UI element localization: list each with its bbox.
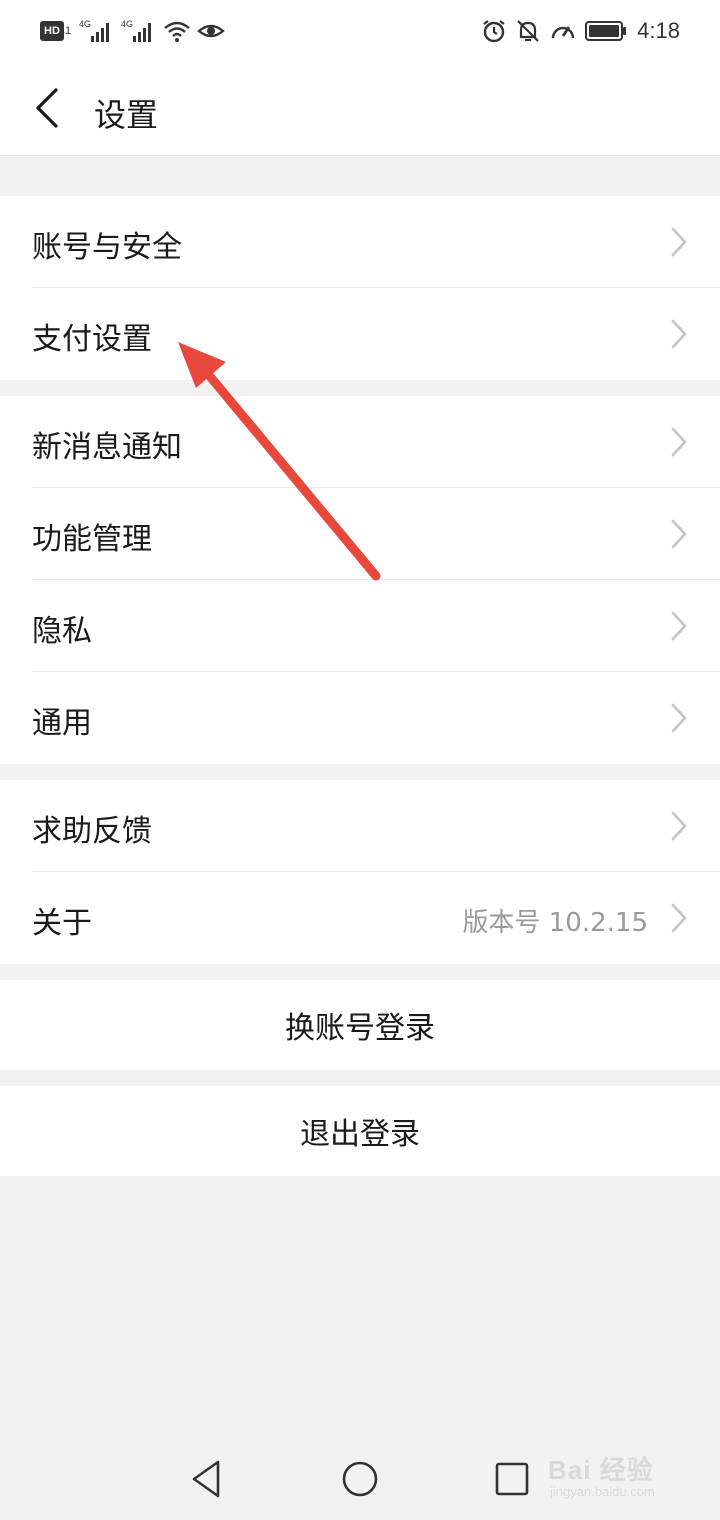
settings-item-privacy[interactable]: 隐私 xyxy=(0,580,720,672)
status-bar: HD 1 4G 4G 4:18 xyxy=(0,0,720,62)
chevron-right-icon xyxy=(671,903,687,933)
clock: 4:18 xyxy=(637,18,680,43)
switch-account-button[interactable]: 换账号登录 xyxy=(0,980,720,1070)
battery-icon xyxy=(585,21,627,41)
status-right: 4:18 xyxy=(481,14,680,48)
settings-item-payment[interactable]: 支付设置 xyxy=(0,288,720,380)
settings-item-label: 功能管理 xyxy=(32,522,152,557)
settings-item-about[interactable]: 关于 版本号 10.2.15 xyxy=(0,872,720,964)
settings-item-label: 新消息通知 xyxy=(32,430,182,465)
chevron-right-icon xyxy=(671,519,687,549)
sim-number: 1 xyxy=(65,25,72,37)
network-label: 4G xyxy=(121,19,133,29)
nav-recent-icon[interactable] xyxy=(489,1456,535,1502)
signal-icon: 4G xyxy=(121,19,152,42)
back-chevron-icon[interactable] xyxy=(30,86,66,130)
page-title: 设置 xyxy=(94,96,159,134)
wifi-icon xyxy=(164,21,190,42)
network-label: 4G xyxy=(79,19,91,29)
settings-item-label: 求助反馈 xyxy=(32,814,152,849)
speed-icon xyxy=(551,26,575,39)
bell-off-icon xyxy=(517,20,539,42)
watermark-url: jingyan.baidu.com xyxy=(550,1484,655,1499)
settings-item-general[interactable]: 通用 xyxy=(0,672,720,764)
settings-group-help: 求助反馈 关于 版本号 10.2.15 xyxy=(0,780,720,964)
settings-item-label: 关于 xyxy=(32,906,92,941)
chevron-right-icon xyxy=(671,427,687,457)
chevron-right-icon xyxy=(671,811,687,841)
settings-item-account-security[interactable]: 账号与安全 xyxy=(0,196,720,288)
logout-button[interactable]: 退出登录 xyxy=(0,1086,720,1176)
chevron-right-icon xyxy=(671,703,687,733)
nav-home-icon[interactable] xyxy=(337,1456,383,1502)
chevron-right-icon xyxy=(671,227,687,257)
alarm-icon xyxy=(483,20,505,43)
eye-icon xyxy=(197,24,226,38)
settings-item-notifications[interactable]: 新消息通知 xyxy=(0,396,720,488)
chevron-right-icon xyxy=(671,319,687,349)
settings-item-feedback[interactable]: 求助反馈 xyxy=(0,780,720,872)
settings-group-general: 新消息通知 功能管理 隐私 通用 xyxy=(0,396,720,764)
chevron-right-icon xyxy=(671,611,687,641)
hd-icon: HD xyxy=(40,21,64,41)
nav-back-icon[interactable] xyxy=(184,1456,230,1502)
settings-item-features[interactable]: 功能管理 xyxy=(0,488,720,580)
watermark-brand: Bai 经验 xyxy=(548,1455,654,1485)
settings-item-label: 隐私 xyxy=(32,614,92,649)
settings-item-label: 账号与安全 xyxy=(32,230,182,265)
settings-item-label: 支付设置 xyxy=(32,322,152,357)
version-text: 版本号 10.2.15 xyxy=(462,908,648,938)
signal-icon: 4G xyxy=(79,19,110,42)
watermark: Bai 经验 jingyan.baidu.com xyxy=(548,1438,698,1508)
settings-item-label: 通用 xyxy=(32,706,92,741)
settings-group-account: 账号与安全 支付设置 xyxy=(0,196,720,380)
title-bar: 设置 xyxy=(0,62,720,156)
status-left: HD 1 4G 4G xyxy=(40,16,226,46)
